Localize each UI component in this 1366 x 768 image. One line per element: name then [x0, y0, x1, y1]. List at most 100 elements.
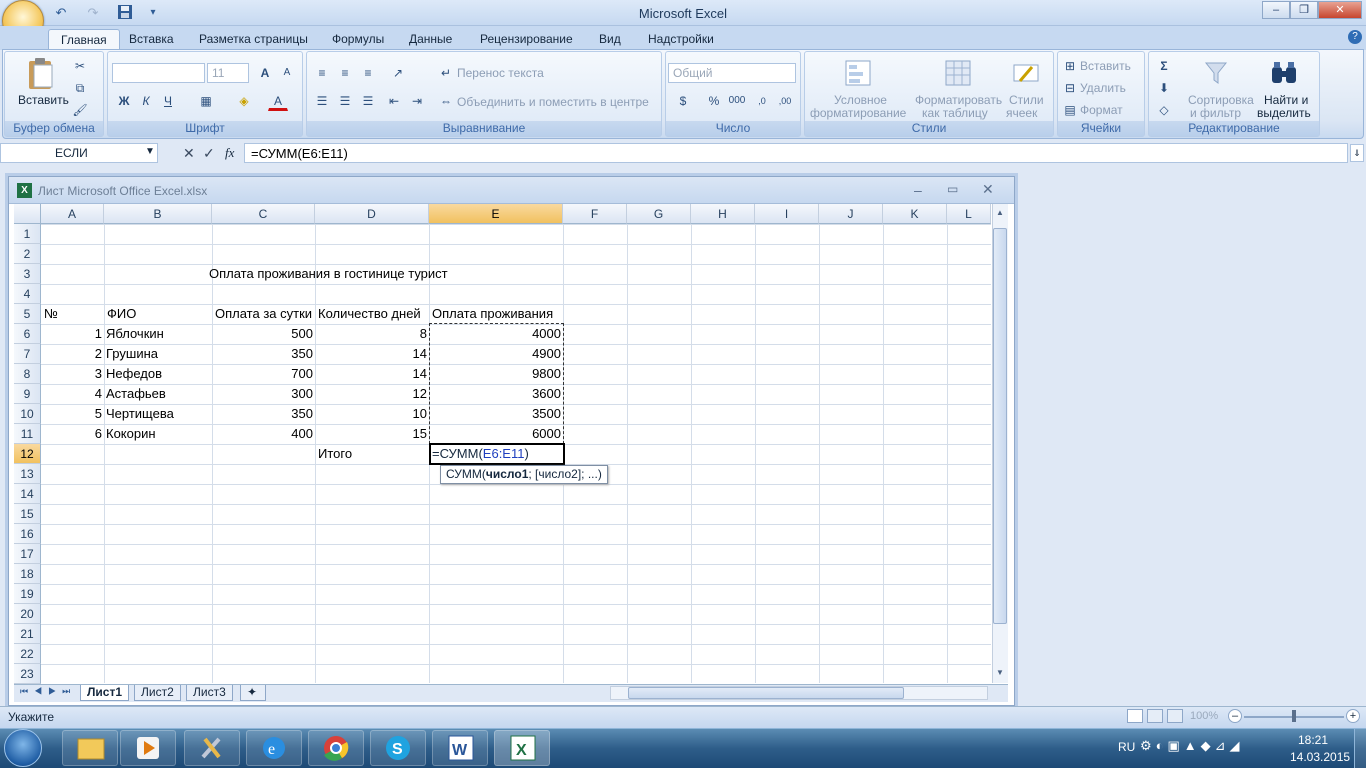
font-name-combo[interactable] [112, 63, 205, 83]
row-header-17[interactable]: 17 [14, 544, 41, 564]
cell-no-1[interactable]: 1 [41, 324, 104, 344]
find-select-label-2[interactable]: выделить [1257, 106, 1311, 120]
scroll-up-icon[interactable]: ▲ [993, 206, 1007, 220]
taskbar-media-player-icon[interactable] [120, 730, 176, 766]
header-days-cell[interactable]: Количество дней [316, 304, 421, 324]
row-header-23[interactable]: 23 [14, 664, 41, 684]
sheet-tab-2[interactable]: Лист2 [134, 685, 181, 701]
find-select-label-1[interactable]: Найти и [1264, 93, 1308, 107]
align-right-icon[interactable]: ☰ [358, 91, 378, 111]
taskbar-ie-icon[interactable]: e [246, 730, 302, 766]
row-header-11[interactable]: 11 [14, 424, 41, 444]
cell-fio-4[interactable]: Астафьев [104, 384, 212, 404]
underline-button[interactable]: Ч [158, 91, 178, 111]
active-edit-cell[interactable]: =СУММ(E6:E11) [429, 443, 565, 465]
tray-language[interactable]: RU [1118, 740, 1135, 754]
decrease-decimal-icon[interactable]: ,00 [775, 91, 795, 111]
start-button[interactable] [4, 729, 42, 767]
tray-date[interactable]: 14.03.2015 [1290, 750, 1350, 764]
cell-fio-1[interactable]: Яблочкин [104, 324, 212, 344]
row-header-22[interactable]: 22 [14, 644, 41, 664]
cell-no-4[interactable]: 4 [41, 384, 104, 404]
cell-fio-5[interactable]: Чертищева [104, 404, 212, 424]
decrease-indent-icon[interactable]: ⇤ [384, 91, 404, 111]
page-break-view-icon[interactable] [1167, 709, 1183, 723]
tab-data[interactable]: Данные [397, 29, 464, 50]
orientation-icon[interactable]: ↗ [388, 63, 408, 83]
name-box[interactable]: ЕСЛИ [0, 143, 158, 163]
cell-styles-label-2[interactable]: ячеек [1006, 106, 1037, 120]
sort-filter-icon[interactable] [1200, 57, 1232, 89]
column-header-c[interactable]: C [212, 204, 315, 224]
zoom-level[interactable]: 100% [1190, 710, 1218, 722]
italic-button[interactable]: К [136, 91, 156, 111]
tab-page-layout[interactable]: Разметка страницы [187, 29, 320, 50]
insert-cells-icon[interactable]: ⊞ [1060, 56, 1080, 76]
format-cells-button[interactable]: Формат [1080, 103, 1123, 117]
number-format-combo[interactable]: Общий [668, 63, 796, 83]
format-as-table-icon[interactable] [942, 57, 974, 89]
shrink-font-icon[interactable]: A [277, 63, 297, 83]
column-header-b[interactable]: B [104, 204, 212, 224]
taskbar-excel-icon[interactable]: X [494, 730, 550, 766]
row-header-6[interactable]: 6 [14, 324, 41, 344]
insert-function-icon[interactable]: fx [225, 145, 234, 161]
cell-fio-2[interactable]: Грушина [104, 344, 212, 364]
minimize-button[interactable]: – [1262, 1, 1290, 19]
copy-icon[interactable]: ⧉ [70, 78, 90, 98]
borders-icon[interactable]: ▦ [196, 91, 216, 111]
sheet-title-cell[interactable]: Оплата проживания в гостинице турист [207, 264, 448, 284]
font-color-icon[interactable]: A [268, 91, 288, 111]
tray-time[interactable]: 18:21 [1298, 733, 1328, 747]
scroll-down-icon[interactable]: ▼ [993, 666, 1007, 680]
cell-rate-6[interactable]: 400 [212, 424, 315, 444]
column-header-j[interactable]: J [819, 204, 883, 224]
tab-insert[interactable]: Вставка [117, 29, 186, 50]
merge-center-button[interactable]: Объединить и поместить в центре [457, 95, 649, 109]
header-fio-cell[interactable]: ФИО [105, 304, 136, 324]
normal-view-icon[interactable] [1127, 709, 1143, 723]
insert-sheet-icon[interactable]: ✦ [240, 685, 266, 701]
cell-rate-4[interactable]: 300 [212, 384, 315, 404]
row-header-21[interactable]: 21 [14, 624, 41, 644]
tab-addins[interactable]: Надстройки [636, 29, 726, 50]
column-header-g[interactable]: G [627, 204, 691, 224]
cell-fio-3[interactable]: Нефедов [104, 364, 212, 384]
column-header-f[interactable]: F [563, 204, 627, 224]
cut-icon[interactable]: ✂ [70, 56, 90, 76]
align-left-icon[interactable]: ☰ [312, 91, 332, 111]
taskbar-chrome-icon[interactable] [308, 730, 364, 766]
row-header-19[interactable]: 19 [14, 584, 41, 604]
cell-styles-icon[interactable] [1010, 57, 1042, 89]
show-desktop-button[interactable] [1354, 729, 1366, 768]
tab-view[interactable]: Вид [587, 29, 633, 50]
column-header-k[interactable]: K [883, 204, 947, 224]
row-header-15[interactable]: 15 [14, 504, 41, 524]
align-bottom-icon[interactable]: ≡ [358, 63, 378, 83]
row-header-10[interactable]: 10 [14, 404, 41, 424]
align-top-icon[interactable]: ≡ [312, 63, 332, 83]
cell-rate-1[interactable]: 500 [212, 324, 315, 344]
column-header-l[interactable]: L [947, 204, 991, 224]
wrap-text-button[interactable]: Перенос текста [457, 66, 544, 80]
cell-styles-label-1[interactable]: Стили [1009, 93, 1044, 107]
row-header-4[interactable]: 4 [14, 284, 41, 304]
tab-formulas[interactable]: Формулы [320, 29, 396, 50]
row-header-8[interactable]: 8 [14, 364, 41, 384]
cell-rate-2[interactable]: 350 [212, 344, 315, 364]
header-no-cell[interactable]: № [42, 304, 58, 324]
conditional-format-label-2[interactable]: форматирование [810, 106, 906, 120]
cancel-entry-icon[interactable]: ✕ [183, 145, 195, 162]
paste-button[interactable]: Вставить [18, 93, 69, 107]
sheet-tab-1[interactable]: Лист1 [80, 685, 130, 701]
conditional-format-label-1[interactable]: Условное [834, 93, 887, 107]
cell-days-5[interactable]: 10 [315, 404, 429, 424]
thousands-icon[interactable]: 000 [727, 91, 747, 111]
column-header-h[interactable]: H [691, 204, 755, 224]
header-total-cell[interactable]: Оплата проживания [430, 304, 553, 324]
header-rate-cell[interactable]: Оплата за сутки [213, 304, 312, 324]
cell-days-4[interactable]: 12 [315, 384, 429, 404]
cell-no-3[interactable]: 3 [41, 364, 104, 384]
cell-no-6[interactable]: 6 [41, 424, 104, 444]
fill-icon[interactable]: ⬇ [1154, 78, 1174, 98]
